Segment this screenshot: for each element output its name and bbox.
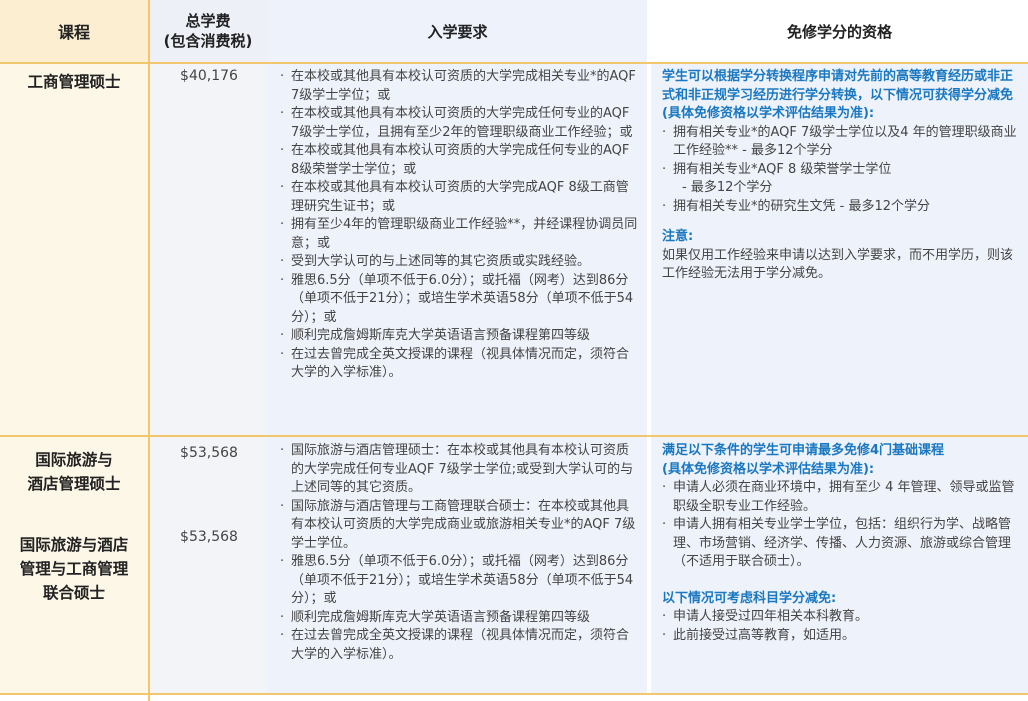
req-item: 拥有至少4年的管理职级商业工作经验**，并经课程协调员同意；或 bbox=[280, 216, 640, 253]
fee-mba: $40,176 bbox=[180, 68, 238, 84]
req-item: 受到大学认可的与上述同等的其它资质或实践经验。 bbox=[280, 253, 640, 272]
req-item: 在本校或其他具有本校认可资质的大学完成任何专业的AQF 8级荣誉学士学位；或 bbox=[280, 142, 640, 179]
course-ithm-line1: 国际旅游与 bbox=[35, 451, 113, 469]
header-fee: 总学费 (包含消费税) bbox=[148, 0, 268, 62]
credit-subtitle: (具体免修资格以学术评估结果为准): bbox=[662, 461, 875, 477]
req-item: 在过去曾完成全英文授课的课程（视具体情况而定，须符合大学的入学标准）。 bbox=[280, 346, 640, 383]
req-item: 在本校或其他具有本校认可资质的大学完成任何专业的AQF 7级学士学位，且拥有至少… bbox=[280, 105, 640, 142]
requirements-mba: 在本校或其他具有本校认可资质的大学完成相关专业*的AQF 7级学士学位；或 在本… bbox=[280, 68, 640, 383]
credit-item: 拥有相关专业*的研究生文凭 - 最多12个学分 bbox=[662, 198, 1024, 217]
credit-title: 满足以下条件的学生可申请最多免修4门基础课程 bbox=[662, 443, 945, 458]
header-requirements-label: 入学要求 bbox=[427, 22, 488, 41]
header-credit: 免修学分的资格 bbox=[651, 0, 1028, 62]
header-credit-label: 免修学分的资格 bbox=[786, 22, 892, 41]
header-course: 课程 bbox=[0, 0, 148, 62]
credit-subtitle: (具体免修资格以学术评估结果为准): bbox=[662, 106, 875, 121]
req-item: 在本校或其他具有本校认可资质的大学完成AQF 8级工商管理研究生证书；或 bbox=[280, 179, 640, 216]
req-item: 在本校或其他具有本校认可资质的大学完成相关专业*的AQF 7级学士学位；或 bbox=[280, 68, 640, 105]
credit-item: 拥有相关专业*AQF 8 级荣誉学士学位 bbox=[662, 161, 1024, 180]
header-requirements: 入学要求 bbox=[268, 0, 647, 62]
credit-item: 申请人必须在商业环境中，拥有至少 4 年管理、领导或监管职级全职专业工作经验。 bbox=[662, 479, 1024, 516]
fee-ithm: $53,568 bbox=[180, 445, 238, 461]
req-item: 顺利完成詹姆斯库克大学英语语言预备课程第四等级 bbox=[280, 609, 640, 628]
ithm-fee-cell bbox=[150, 437, 268, 693]
course-ithm: 国际旅游与 酒店管理硕士 bbox=[0, 448, 148, 496]
mba-course-cell bbox=[0, 64, 148, 435]
column-divider bbox=[148, 0, 150, 701]
course-ithm-mba-line2: 管理与工商管理 bbox=[19, 560, 129, 578]
credit-item: 拥有相关专业*的AQF 7级学士学位以及4 年的管理职级商业工作经验** - 最… bbox=[662, 124, 1024, 161]
credit-item: 申请人拥有相关专业学士学位，包括：组织行为学、战略管理、市场营销、经济学、传播、… bbox=[662, 516, 1024, 572]
credit-item-cont: - 最多12个学分 bbox=[682, 180, 773, 195]
req-item: 顺利完成詹姆斯库克大学英语语言预备课程第四等级 bbox=[280, 327, 640, 346]
credit-subject-title: 以下情况可考虑科目学分减免: bbox=[662, 590, 837, 606]
header-fee-line2: (包含消费税) bbox=[163, 32, 253, 50]
course-mba: 工商管理硕士 bbox=[27, 73, 121, 91]
course-ithm-mba: 国际旅游与酒店 管理与工商管理 联合硕士 bbox=[0, 533, 148, 605]
row-divider-1 bbox=[0, 435, 1028, 437]
header-divider bbox=[0, 62, 1028, 64]
credit-mba: 学生可以根据学分转换程序申请对先前的高等教育经历或非正式和非正规学习经历进行学分… bbox=[662, 68, 1024, 284]
credit-item: 此前接受过高等教育，如适用。 bbox=[662, 627, 1024, 646]
req-item: 在过去曾完成全英文授课的课程（视具体情况而定，须符合大学的入学标准）。 bbox=[280, 627, 640, 664]
header-fee-line1: 总学费 bbox=[185, 12, 231, 30]
req-item: 雅思6.5分（单项不低于6.0分）；或托福（网考）达到86分（单项不低于21分）… bbox=[280, 272, 640, 328]
course-ithm-line2: 酒店管理硕士 bbox=[27, 475, 121, 493]
credit-title: 学生可以根据学分转换程序申请对先前的高等教育经历或非正式和非正规学习经历进行学分… bbox=[662, 69, 1014, 103]
requirements-ithm: 国际旅游与酒店管理硕士：在本校或其他具有本校认可资质的大学完成任何专业AQF 7… bbox=[280, 442, 640, 664]
credit-ithm: 满足以下条件的学生可申请最多免修4门基础课程 (具体免修资格以学术评估结果为准)… bbox=[662, 442, 1024, 645]
note-text: 如果仅用工作经验来申请以达到入学要求，而不用学历，则该工作经验无法用于学分减免。 bbox=[662, 247, 1014, 282]
tuition-table: 课程 总学费 (包含消费税) 入学要求 免修学分的资格 工商管理硕士 $40,1… bbox=[0, 0, 1028, 701]
header-course-label: 课程 bbox=[57, 23, 90, 42]
req-item: 国际旅游与酒店管理硕士：在本校或其他具有本校认可资质的大学完成任何专业AQF 7… bbox=[280, 442, 640, 498]
row-divider-2 bbox=[0, 693, 1028, 695]
credit-item: 申请人接受过四年相关本科教育。 bbox=[662, 608, 1024, 627]
course-ithm-mba-line3: 联合硕士 bbox=[42, 584, 105, 602]
fee-ithm-mba: $53,568 bbox=[180, 529, 238, 545]
req-item: 国际旅游与酒店管理与工商管理联合硕士：在本校或其他具有本校认可资质的大学完成商业… bbox=[280, 498, 640, 554]
req-item: 雅思6.5分（单项不低于6.0分）；或托福（网考）达到86分（单项不低于21分）… bbox=[280, 553, 640, 609]
note-title: 注意: bbox=[662, 229, 694, 244]
course-ithm-mba-line1: 国际旅游与酒店 bbox=[19, 536, 129, 554]
mba-fee-cell bbox=[150, 64, 268, 435]
